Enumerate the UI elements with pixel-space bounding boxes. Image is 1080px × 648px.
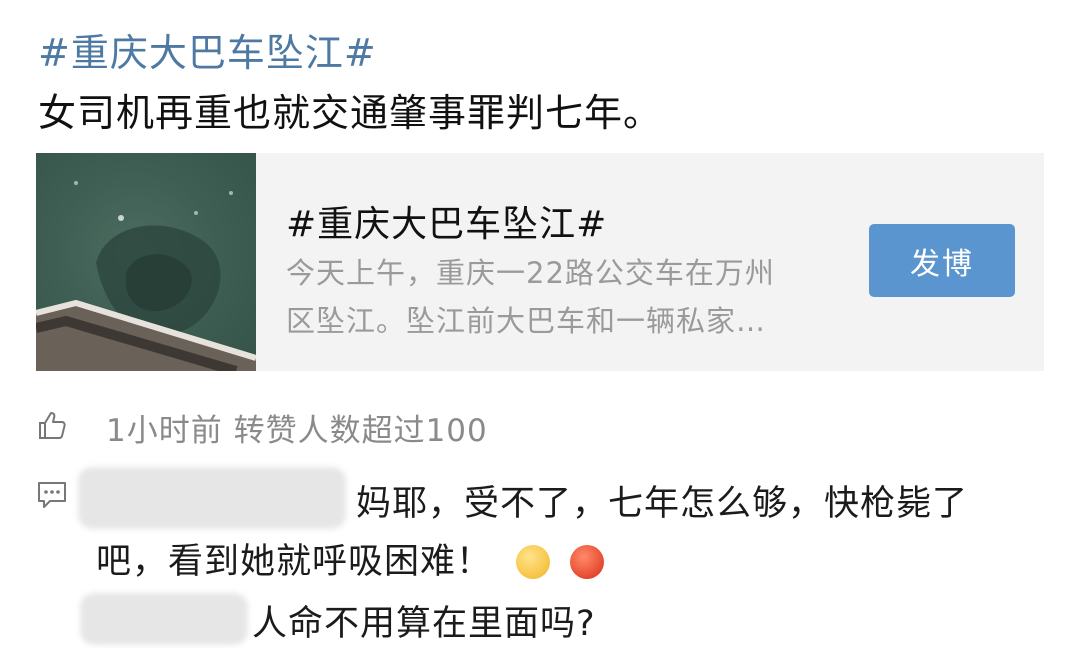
meta-text: 1小时前 转赞人数超过100 [106,412,488,449]
blurred-username [80,593,248,645]
post-meta: 1小时前 转赞人数超过100 [36,404,488,450]
comment-1-text: 吧，看到她就呼吸困难！ [96,542,493,582]
comment-1-line-2: 吧，看到她就呼吸困难！ [96,533,605,584]
post-text: 女司机再重也就交通肇事罪判七年。 [38,91,663,135]
topic-card-description: 今天上午，重庆一22路公交车在万州 区坠江。坠江前大巴车和一辆私家… [286,249,856,345]
angry-face-emoji [570,545,605,579]
unamused-face-emoji [516,545,551,579]
topic-card-title: #重庆大巴车坠江# [286,204,608,245]
thumbs-up-icon[interactable] [36,409,68,445]
comment-2: 人命不用算在里面吗? [252,604,596,644]
comment-1-line-1: 妈耶，受不了，七年怎么够，快枪毙了 [356,484,969,524]
topic-card[interactable]: #重庆大巴车坠江# 今天上午，重庆一22路公交车在万州 区坠江。坠江前大巴车和一… [36,153,1044,371]
river-image [36,181,256,371]
blurred-username [78,467,346,529]
hashtag-title[interactable]: #重庆大巴车坠江# [38,22,377,77]
topic-thumbnail [36,153,256,371]
post-button[interactable]: 发博 [869,224,1015,297]
topic-desc-line-1: 今天上午，重庆一22路公交车在万州 [286,256,775,290]
comment-icon[interactable] [36,480,68,514]
topic-desc-line-2: 区坠江。坠江前大巴车和一辆私家… [286,304,767,338]
